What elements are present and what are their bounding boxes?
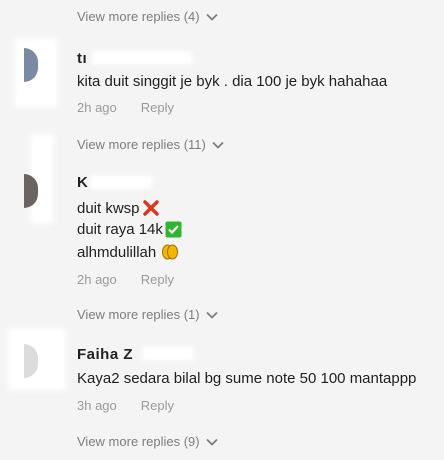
comment-text-line: duit kwsp (77, 199, 160, 217)
username[interactable]: K (77, 174, 88, 191)
comment-meta: 3h ago Reply (77, 398, 174, 413)
comments-panel: View more replies (4) tı kita duit singg… (0, 0, 444, 460)
praying-hands-icon (161, 243, 179, 261)
comment-text: kita duit singgit je byk . dia 100 je by… (77, 73, 388, 90)
view-more-replies-button[interactable]: View more replies (11) (77, 137, 224, 152)
timestamp: 3h ago (77, 398, 117, 413)
comment-text: Kaya2 sedara bilal bg sume note 50 100 m… (77, 370, 417, 387)
cross-mark-icon (142, 199, 160, 217)
comment-meta: 2h ago Reply (77, 100, 174, 115)
view-more-label: View more replies (11) (77, 137, 206, 152)
view-more-label: View more replies (9) (77, 434, 200, 449)
view-more-label: View more replies (4) (77, 9, 200, 24)
comment-meta: 2h ago Reply (77, 272, 174, 287)
timestamp: 2h ago (77, 272, 117, 287)
username[interactable]: tı (77, 50, 87, 67)
timestamp: 2h ago (77, 100, 117, 115)
view-more-replies-button[interactable]: View more replies (1) (77, 307, 218, 322)
username[interactable]: Faiha Z (77, 346, 133, 363)
chevron-down-icon (205, 311, 218, 319)
chevron-down-icon (205, 13, 218, 21)
view-more-label: View more replies (1) (77, 307, 200, 322)
chevron-down-icon (205, 438, 218, 446)
view-more-replies-button[interactable]: View more replies (4) (77, 9, 218, 24)
reply-button[interactable]: Reply (141, 398, 174, 413)
view-more-replies-button[interactable]: View more replies (9) (77, 434, 218, 449)
comment-text-line: alhmdulillah (77, 243, 179, 261)
comment-text-line: duit raya 14k (77, 221, 182, 238)
reply-button[interactable]: Reply (141, 100, 174, 115)
reply-button[interactable]: Reply (141, 272, 174, 287)
chevron-down-icon (212, 141, 224, 149)
check-mark-icon (165, 221, 182, 238)
